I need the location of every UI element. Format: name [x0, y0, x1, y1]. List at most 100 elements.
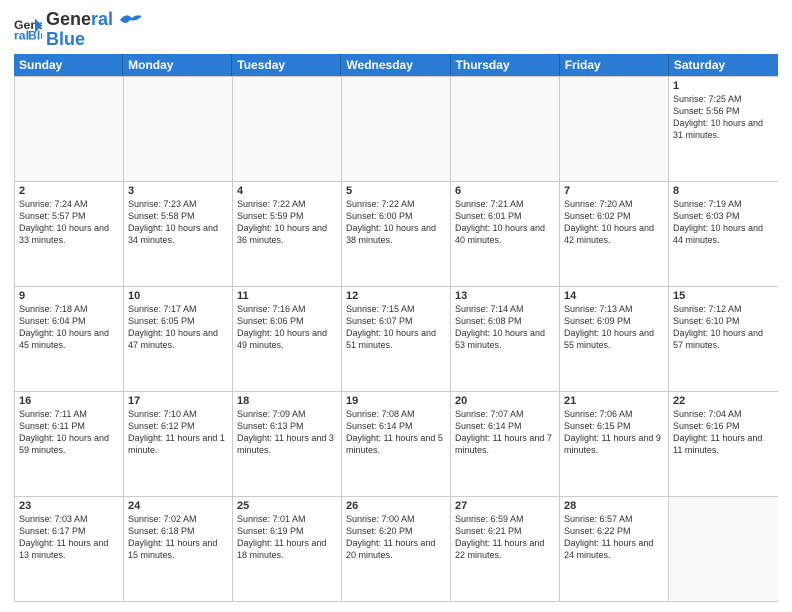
day-info: Sunrise: 7:11 AM Sunset: 6:11 PM Dayligh… [19, 408, 119, 457]
calendar-cell-empty-4-6 [669, 497, 778, 601]
day-info: Sunrise: 7:16 AM Sunset: 6:06 PM Dayligh… [237, 303, 337, 352]
day-number: 17 [128, 395, 228, 407]
calendar-cell-15: 15Sunrise: 7:12 AM Sunset: 6:10 PM Dayli… [669, 287, 778, 391]
weekday-header-sunday: Sunday [14, 54, 123, 76]
day-number: 16 [19, 395, 119, 407]
logo-icon: Gene ral Blue [14, 15, 42, 43]
day-info: Sunrise: 7:13 AM Sunset: 6:09 PM Dayligh… [564, 303, 664, 352]
day-info: Sunrise: 7:03 AM Sunset: 6:17 PM Dayligh… [19, 513, 119, 562]
day-info: Sunrise: 7:19 AM Sunset: 6:03 PM Dayligh… [673, 198, 774, 247]
header: Gene ral Blue General Blue [14, 10, 778, 48]
logo-bird-icon [120, 12, 142, 28]
day-info: Sunrise: 7:01 AM Sunset: 6:19 PM Dayligh… [237, 513, 337, 562]
calendar-cell-17: 17Sunrise: 7:10 AM Sunset: 6:12 PM Dayli… [124, 392, 233, 496]
day-number: 20 [455, 395, 555, 407]
calendar-cell-16: 16Sunrise: 7:11 AM Sunset: 6:11 PM Dayli… [15, 392, 124, 496]
calendar-cell-empty-0-3 [342, 77, 451, 181]
calendar-cell-26: 26Sunrise: 7:00 AM Sunset: 6:20 PM Dayli… [342, 497, 451, 601]
calendar-row-2: 9Sunrise: 7:18 AM Sunset: 6:04 PM Daylig… [15, 287, 778, 392]
calendar-cell-empty-0-5 [560, 77, 669, 181]
day-info: Sunrise: 7:00 AM Sunset: 6:20 PM Dayligh… [346, 513, 446, 562]
day-number: 8 [673, 185, 774, 197]
calendar-cell-3: 3Sunrise: 7:23 AM Sunset: 5:58 PM Daylig… [124, 182, 233, 286]
calendar-row-1: 2Sunrise: 7:24 AM Sunset: 5:57 PM Daylig… [15, 182, 778, 287]
day-number: 3 [128, 185, 228, 197]
calendar-cell-18: 18Sunrise: 7:09 AM Sunset: 6:13 PM Dayli… [233, 392, 342, 496]
calendar-cell-24: 24Sunrise: 7:02 AM Sunset: 6:18 PM Dayli… [124, 497, 233, 601]
day-info: Sunrise: 7:25 AM Sunset: 5:56 PM Dayligh… [673, 93, 774, 142]
day-number: 14 [564, 290, 664, 302]
day-info: Sunrise: 7:08 AM Sunset: 6:14 PM Dayligh… [346, 408, 446, 457]
day-info: Sunrise: 7:10 AM Sunset: 6:12 PM Dayligh… [128, 408, 228, 457]
day-info: Sunrise: 7:14 AM Sunset: 6:08 PM Dayligh… [455, 303, 555, 352]
day-info: Sunrise: 7:06 AM Sunset: 6:15 PM Dayligh… [564, 408, 664, 457]
day-info: Sunrise: 7:12 AM Sunset: 6:10 PM Dayligh… [673, 303, 774, 352]
day-number: 9 [19, 290, 119, 302]
day-info: Sunrise: 7:24 AM Sunset: 5:57 PM Dayligh… [19, 198, 119, 247]
weekday-header-monday: Monday [123, 54, 232, 76]
day-info: Sunrise: 7:21 AM Sunset: 6:01 PM Dayligh… [455, 198, 555, 247]
calendar-cell-8: 8Sunrise: 7:19 AM Sunset: 6:03 PM Daylig… [669, 182, 778, 286]
day-info: Sunrise: 7:07 AM Sunset: 6:14 PM Dayligh… [455, 408, 555, 457]
day-number: 26 [346, 500, 446, 512]
day-info: Sunrise: 7:23 AM Sunset: 5:58 PM Dayligh… [128, 198, 228, 247]
day-number: 11 [237, 290, 337, 302]
calendar-cell-empty-0-4 [451, 77, 560, 181]
calendar-cell-7: 7Sunrise: 7:20 AM Sunset: 6:02 PM Daylig… [560, 182, 669, 286]
weekday-header-friday: Friday [560, 54, 669, 76]
day-number: 2 [19, 185, 119, 197]
day-number: 13 [455, 290, 555, 302]
day-number: 25 [237, 500, 337, 512]
calendar-cell-21: 21Sunrise: 7:06 AM Sunset: 6:15 PM Dayli… [560, 392, 669, 496]
calendar-cell-11: 11Sunrise: 7:16 AM Sunset: 6:06 PM Dayli… [233, 287, 342, 391]
day-info: Sunrise: 7:22 AM Sunset: 6:00 PM Dayligh… [346, 198, 446, 247]
day-info: Sunrise: 7:09 AM Sunset: 6:13 PM Dayligh… [237, 408, 337, 457]
day-info: Sunrise: 6:57 AM Sunset: 6:22 PM Dayligh… [564, 513, 664, 562]
calendar-cell-empty-0-1 [124, 77, 233, 181]
day-info: Sunrise: 7:17 AM Sunset: 6:05 PM Dayligh… [128, 303, 228, 352]
weekday-header-thursday: Thursday [451, 54, 560, 76]
calendar-cell-2: 2Sunrise: 7:24 AM Sunset: 5:57 PM Daylig… [15, 182, 124, 286]
day-number: 1 [673, 80, 774, 92]
calendar-cell-1: 1Sunrise: 7:25 AM Sunset: 5:56 PM Daylig… [669, 77, 778, 181]
calendar: SundayMondayTuesdayWednesdayThursdayFrid… [14, 54, 778, 602]
day-info: Sunrise: 7:04 AM Sunset: 6:16 PM Dayligh… [673, 408, 774, 457]
calendar-cell-empty-0-0 [15, 77, 124, 181]
day-number: 5 [346, 185, 446, 197]
day-number: 15 [673, 290, 774, 302]
weekday-header-tuesday: Tuesday [232, 54, 341, 76]
day-number: 18 [237, 395, 337, 407]
calendar-cell-23: 23Sunrise: 7:03 AM Sunset: 6:17 PM Dayli… [15, 497, 124, 601]
calendar-cell-4: 4Sunrise: 7:22 AM Sunset: 5:59 PM Daylig… [233, 182, 342, 286]
calendar-cell-9: 9Sunrise: 7:18 AM Sunset: 6:04 PM Daylig… [15, 287, 124, 391]
calendar-row-4: 23Sunrise: 7:03 AM Sunset: 6:17 PM Dayli… [15, 497, 778, 602]
day-number: 23 [19, 500, 119, 512]
logo-blue: Blue [46, 30, 144, 48]
calendar-row-3: 16Sunrise: 7:11 AM Sunset: 6:11 PM Dayli… [15, 392, 778, 497]
weekday-header-wednesday: Wednesday [341, 54, 450, 76]
day-number: 27 [455, 500, 555, 512]
day-number: 19 [346, 395, 446, 407]
calendar-cell-25: 25Sunrise: 7:01 AM Sunset: 6:19 PM Dayli… [233, 497, 342, 601]
day-info: Sunrise: 7:20 AM Sunset: 6:02 PM Dayligh… [564, 198, 664, 247]
day-number: 4 [237, 185, 337, 197]
calendar-cell-empty-0-2 [233, 77, 342, 181]
svg-text:ral: ral [14, 28, 29, 42]
calendar-cell-10: 10Sunrise: 7:17 AM Sunset: 6:05 PM Dayli… [124, 287, 233, 391]
day-number: 10 [128, 290, 228, 302]
calendar-cell-19: 19Sunrise: 7:08 AM Sunset: 6:14 PM Dayli… [342, 392, 451, 496]
weekday-header-saturday: Saturday [669, 54, 778, 76]
calendar-cell-14: 14Sunrise: 7:13 AM Sunset: 6:09 PM Dayli… [560, 287, 669, 391]
calendar-header: SundayMondayTuesdayWednesdayThursdayFrid… [14, 54, 778, 76]
day-number: 24 [128, 500, 228, 512]
calendar-cell-12: 12Sunrise: 7:15 AM Sunset: 6:07 PM Dayli… [342, 287, 451, 391]
calendar-cell-20: 20Sunrise: 7:07 AM Sunset: 6:14 PM Dayli… [451, 392, 560, 496]
day-info: Sunrise: 7:18 AM Sunset: 6:04 PM Dayligh… [19, 303, 119, 352]
calendar-cell-13: 13Sunrise: 7:14 AM Sunset: 6:08 PM Dayli… [451, 287, 560, 391]
calendar-cell-6: 6Sunrise: 7:21 AM Sunset: 6:01 PM Daylig… [451, 182, 560, 286]
day-number: 28 [564, 500, 664, 512]
day-info: Sunrise: 7:15 AM Sunset: 6:07 PM Dayligh… [346, 303, 446, 352]
day-number: 12 [346, 290, 446, 302]
day-number: 21 [564, 395, 664, 407]
logo-general: General [46, 9, 113, 29]
